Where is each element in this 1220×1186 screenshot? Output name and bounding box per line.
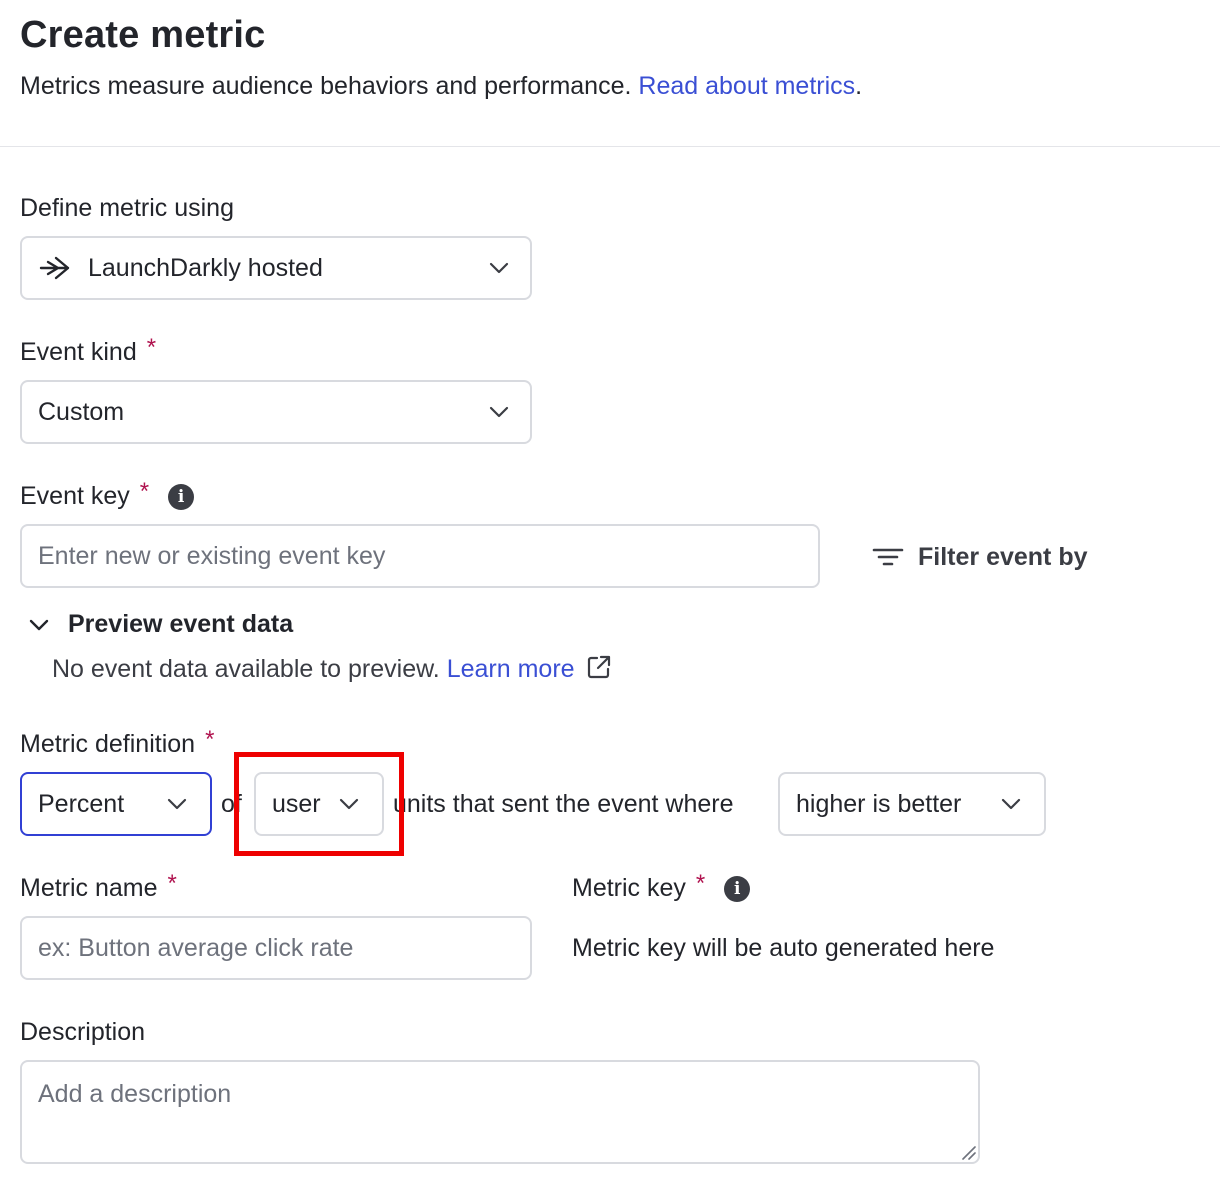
metric-name-label-text: Metric name — [20, 874, 158, 902]
chevron-down-icon — [489, 406, 509, 418]
metric-definition-label: Metric definition * — [20, 726, 214, 759]
metric-key-label: Metric key * i — [572, 870, 751, 903]
required-asterisk: * — [167, 870, 177, 897]
units-sent-text: units that sent the event where — [393, 790, 734, 818]
define-metric-select[interactable]: LaunchDarkly hosted — [20, 236, 532, 300]
chevron-down-icon — [339, 798, 359, 810]
metric-name-label: Metric name * — [20, 870, 177, 903]
success-criteria-select[interactable]: higher is better — [778, 772, 1046, 836]
filter-event-label: Filter event by — [918, 542, 1088, 571]
description-label: Description — [20, 1018, 146, 1046]
subtitle-period: . — [855, 72, 863, 100]
chevron-down-icon — [1001, 798, 1021, 810]
define-metric-label: Define metric using — [20, 194, 234, 222]
subtitle-text: Metrics measure audience behaviors and p… — [20, 72, 632, 100]
learn-more-link[interactable]: Learn more — [447, 655, 612, 683]
metric-measure-select[interactable]: Percent — [20, 772, 212, 836]
description-textarea[interactable]: Add a description — [20, 1060, 980, 1164]
preview-event-message: No event data available to preview. Lear… — [52, 654, 612, 684]
define-metric-value: LaunchDarkly hosted — [88, 253, 323, 282]
info-icon[interactable]: i — [168, 484, 195, 511]
page-subtitle: Metrics measure audience behaviors and p… — [20, 72, 862, 101]
event-key-placeholder: Enter new or existing event key — [38, 541, 386, 570]
description-placeholder: Add a description — [38, 1080, 232, 1108]
info-icon[interactable]: i — [724, 876, 751, 903]
event-key-label-text: Event key — [20, 482, 130, 510]
metric-key-label-text: Metric key — [572, 874, 686, 902]
preview-event-label: Preview event data — [68, 610, 294, 638]
metric-name-placeholder: ex: Button average click rate — [38, 933, 354, 962]
filter-event-button[interactable]: Filter event by — [872, 540, 1088, 574]
unit-value: user — [272, 789, 321, 818]
required-asterisk: * — [695, 870, 706, 897]
event-kind-select[interactable]: Custom — [20, 380, 532, 444]
chevron-down-icon — [167, 798, 187, 810]
unit-select[interactable]: user — [254, 772, 384, 836]
metric-key-placeholder: Metric key will be auto generated here — [572, 934, 995, 962]
chevron-down-icon — [489, 262, 509, 274]
header-divider — [0, 146, 1220, 147]
event-kind-value: Custom — [38, 397, 125, 426]
event-kind-label-text: Event kind — [20, 338, 137, 366]
page-title: Create metric — [20, 14, 266, 56]
launchdarkly-arrow-icon — [39, 256, 70, 280]
of-text: of — [221, 790, 242, 818]
required-asterisk: * — [146, 334, 157, 361]
required-asterisk: * — [139, 478, 150, 505]
metric-name-input[interactable]: ex: Button average click rate — [20, 916, 532, 980]
resize-handle-icon[interactable] — [960, 1144, 976, 1160]
event-kind-label: Event kind * — [20, 334, 156, 367]
metric-measure-value: Percent — [38, 789, 125, 818]
read-about-metrics-link[interactable]: Read about metrics — [638, 72, 855, 100]
required-asterisk: * — [205, 726, 215, 753]
filter-icon — [872, 548, 904, 566]
chevron-down-icon — [29, 619, 49, 630]
success-criteria-value: higher is better — [796, 789, 962, 818]
event-key-input[interactable]: Enter new or existing event key — [20, 524, 820, 588]
preview-event-toggle[interactable]: Preview event data — [28, 610, 293, 639]
metric-definition-label-text: Metric definition — [20, 730, 196, 758]
learn-more-label: Learn more — [446, 655, 575, 683]
event-key-label: Event key * i — [20, 478, 195, 511]
external-link-icon — [587, 655, 610, 679]
preview-empty-text: No event data available to preview. — [52, 655, 440, 683]
